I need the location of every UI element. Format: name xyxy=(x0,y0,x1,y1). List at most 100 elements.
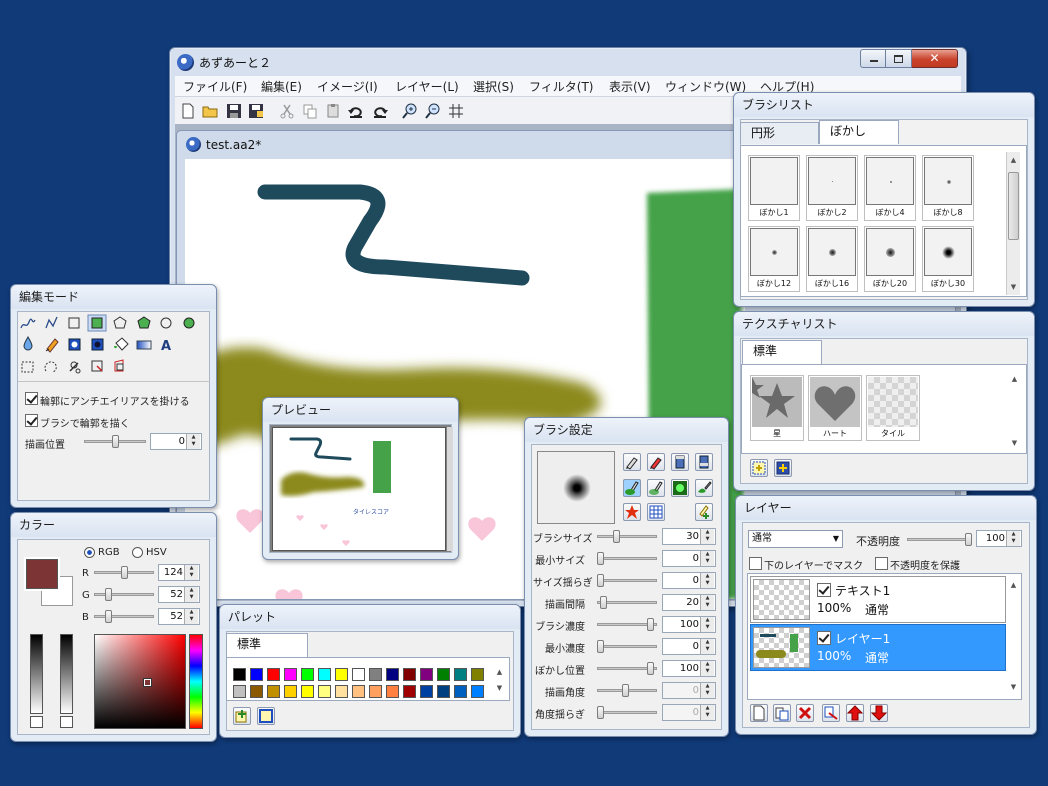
layer-row[interactable]: レイヤー1 100% 通常 xyxy=(750,624,1006,671)
layer-row[interactable]: テキスト1 100% 通常 xyxy=(750,576,1006,623)
palette-swatch[interactable] xyxy=(352,668,365,681)
scroll-up-icon[interactable]: ▲ xyxy=(493,666,506,678)
layer-visibility-checkbox[interactable] xyxy=(817,583,831,597)
add-texture-button[interactable] xyxy=(750,459,768,477)
hsv-radio[interactable] xyxy=(132,547,143,558)
tab-brush-circle[interactable]: 円形 xyxy=(740,122,819,144)
duplicate-layer-button[interactable] xyxy=(773,704,791,722)
palette-add-button[interactable] xyxy=(233,707,251,725)
open-folder-icon[interactable] xyxy=(202,103,218,119)
fill-bucket-tool-icon[interactable] xyxy=(114,337,129,351)
rectangle-tool-icon[interactable] xyxy=(68,317,80,329)
burn-tool-icon[interactable] xyxy=(91,338,104,351)
picker-cursor[interactable] xyxy=(143,678,152,687)
palette-swatch[interactable] xyxy=(403,685,416,698)
g-slider[interactable] xyxy=(94,588,154,601)
minimize-button[interactable] xyxy=(860,49,886,68)
brush-setting-slider[interactable] xyxy=(597,530,657,543)
brush-setting-spinner[interactable]: 0 xyxy=(662,682,716,699)
slider-thumb[interactable] xyxy=(597,706,604,719)
paste-icon[interactable] xyxy=(325,103,341,119)
palette-swatch[interactable] xyxy=(437,668,450,681)
b-slider[interactable] xyxy=(94,610,154,623)
preview-canvas[interactable]: タイレスコア xyxy=(272,427,446,551)
palette-swatch[interactable] xyxy=(386,668,399,681)
brush-setting-spinner[interactable]: 20 xyxy=(662,594,716,611)
palette-swatch[interactable] xyxy=(267,685,280,698)
watercolor-button[interactable] xyxy=(695,479,713,497)
load-texture-button[interactable] xyxy=(774,459,792,477)
palette-swatch[interactable] xyxy=(420,685,433,698)
slider-thumb[interactable] xyxy=(597,574,604,587)
filled-ellipse-tool-icon[interactable] xyxy=(183,317,195,329)
magic-wand-tool-icon[interactable] xyxy=(69,361,81,374)
palette-swatch[interactable] xyxy=(369,668,382,681)
palette-swatch[interactable] xyxy=(471,668,484,681)
ellipse-tool-icon[interactable] xyxy=(160,317,172,329)
palette-swatch[interactable] xyxy=(267,668,280,681)
b-spinner[interactable]: 52 xyxy=(158,608,200,625)
brush-setting-slider[interactable] xyxy=(597,640,657,653)
menu-select[interactable]: 選択(S) xyxy=(473,78,514,96)
scroll-down-icon[interactable]: ▼ xyxy=(1008,437,1021,449)
brush-item[interactable]: ぼかし16 xyxy=(806,226,858,292)
zoom-out-icon[interactable] xyxy=(425,103,441,119)
rgb-radio[interactable] xyxy=(84,547,95,558)
text-tool-icon[interactable]: A xyxy=(161,339,171,354)
star-brush-button[interactable] xyxy=(623,503,641,521)
airbrush-2-button[interactable] xyxy=(647,479,665,497)
blur-tool-icon[interactable] xyxy=(23,336,33,351)
menu-edit[interactable]: 編集(E) xyxy=(261,78,302,96)
palette-swatch[interactable] xyxy=(335,685,348,698)
palette-swatch[interactable] xyxy=(420,668,433,681)
dodge-tool-icon[interactable] xyxy=(68,338,81,351)
r-slider[interactable] xyxy=(94,566,154,579)
palette-edit-button[interactable] xyxy=(257,707,275,725)
brush-setting-slider[interactable] xyxy=(597,552,657,565)
undo-icon[interactable] xyxy=(348,103,364,119)
scroll-up-icon[interactable]: ▲ xyxy=(1007,579,1020,591)
palette-swatch[interactable] xyxy=(284,685,297,698)
brush-outline-checkbox[interactable] xyxy=(25,414,38,427)
texture-list-scrollbar[interactable]: ▲ ▼ xyxy=(1008,371,1022,451)
gradient-tool-icon[interactable] xyxy=(136,340,152,350)
eraser-2-button[interactable] xyxy=(695,453,713,471)
texture-item[interactable]: 星 xyxy=(750,375,804,441)
slider-thumb[interactable] xyxy=(622,684,629,697)
opacity-spinner[interactable]: 100 xyxy=(976,530,1022,547)
transform-tool-icon[interactable] xyxy=(114,359,124,372)
redo-icon[interactable] xyxy=(372,103,388,119)
palette-swatch[interactable] xyxy=(454,685,467,698)
scroll-down-icon[interactable]: ▼ xyxy=(493,682,506,694)
save-as-icon[interactable] xyxy=(248,103,264,119)
foreground-color-swatch[interactable] xyxy=(26,559,58,589)
brush-item[interactable]: ぼかし12 xyxy=(748,226,800,292)
slider-thumb[interactable] xyxy=(647,618,654,631)
palette-swatch[interactable] xyxy=(335,668,348,681)
tab-brush-blur[interactable]: ぼかし xyxy=(819,120,899,144)
move-layer-up-button[interactable] xyxy=(846,704,864,722)
lasso-select-tool-icon[interactable] xyxy=(44,361,57,373)
menu-filter[interactable]: フィルタ(T) xyxy=(529,78,593,96)
tab-texture-standard[interactable]: 標準 xyxy=(742,340,822,364)
gray-bar-2[interactable] xyxy=(60,634,73,714)
filled-polygon-tool-icon[interactable] xyxy=(137,316,151,329)
brush-list-scrollbar[interactable]: ▲ ▼ xyxy=(1006,152,1020,295)
save-icon[interactable] xyxy=(226,103,242,119)
preview-scrollbar[interactable] xyxy=(447,427,453,551)
grid-icon[interactable] xyxy=(448,103,464,119)
draw-position-slider[interactable] xyxy=(84,435,146,448)
slider-thumb[interactable] xyxy=(647,662,654,675)
move-layer-down-button[interactable] xyxy=(870,704,888,722)
palette-swatch[interactable] xyxy=(318,668,331,681)
antialias-checkbox[interactable] xyxy=(25,392,38,405)
slider-thumb[interactable] xyxy=(121,566,128,579)
palette-swatch[interactable] xyxy=(301,668,314,681)
brush-item[interactable]: ぼかし8 xyxy=(922,155,974,221)
brush-setting-slider[interactable] xyxy=(597,706,657,719)
filled-rectangle-tool-icon[interactable] xyxy=(87,314,107,332)
palette-swatch[interactable] xyxy=(250,685,263,698)
zoom-in-icon[interactable] xyxy=(402,103,418,119)
texture-item[interactable]: タイル xyxy=(866,375,920,441)
brush-setting-spinner[interactable]: 100 xyxy=(662,660,716,677)
